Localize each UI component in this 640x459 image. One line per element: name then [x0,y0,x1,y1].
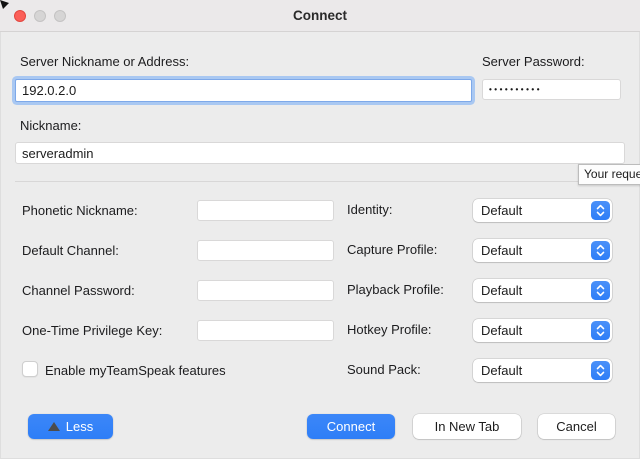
playback-profile-label: Playback Profile: [347,282,444,297]
less-button-label: Less [66,419,93,434]
hotkey-profile-select[interactable]: Default [473,319,612,342]
zoom-icon [54,10,66,22]
popup-stepper-icon [591,281,610,300]
privilege-key-input[interactable] [197,320,334,341]
close-icon[interactable] [14,10,26,22]
identity-value: Default [481,203,522,218]
title-bar: Connect [0,0,640,32]
collapse-arrow-icon [48,422,60,431]
sound-pack-label: Sound Pack: [347,362,421,377]
identity-label: Identity: [347,202,393,217]
popup-stepper-icon [591,321,610,340]
default-channel-label: Default Channel: [22,243,119,258]
sound-pack-select[interactable]: Default [473,359,612,382]
enable-myteamspeak-label: Enable myTeamSpeak features [45,363,226,378]
server-password-input[interactable] [482,79,621,100]
nickname-label: Nickname: [20,118,81,133]
identity-select[interactable]: Default [473,199,612,222]
popup-stepper-icon [591,241,610,260]
phonetic-nickname-label: Phonetic Nickname: [22,203,138,218]
connect-dialog: Connect Server Nickname or Address: Serv… [0,0,640,459]
mouse-cursor [0,0,12,12]
in-new-tab-button[interactable]: In New Tab [413,414,521,439]
tooltip: Your reque [578,164,640,185]
channel-password-input[interactable] [197,280,334,301]
in-new-tab-button-label: In New Tab [435,419,500,434]
default-channel-input[interactable] [197,240,334,261]
privilege-key-label: One-Time Privilege Key: [22,323,162,338]
capture-profile-label: Capture Profile: [347,242,437,257]
section-divider [15,181,625,182]
sound-pack-value: Default [481,363,522,378]
popup-stepper-icon [591,201,610,220]
phonetic-nickname-input[interactable] [197,200,334,221]
minimize-icon [34,10,46,22]
hotkey-profile-label: Hotkey Profile: [347,322,432,337]
less-button[interactable]: Less [28,414,113,439]
popup-stepper-icon [591,361,610,380]
cancel-button[interactable]: Cancel [538,414,615,439]
window-title: Connect [0,0,640,31]
cancel-button-label: Cancel [556,419,596,434]
capture-profile-value: Default [481,243,522,258]
channel-password-label: Channel Password: [22,283,135,298]
playback-profile-value: Default [481,283,522,298]
playback-profile-select[interactable]: Default [473,279,612,302]
connect-button-label: Connect [327,419,375,434]
connect-button[interactable]: Connect [307,414,395,439]
server-address-label: Server Nickname or Address: [20,54,189,69]
hotkey-profile-value: Default [481,323,522,338]
server-address-input[interactable] [15,79,472,102]
nickname-input[interactable] [15,142,625,164]
server-password-label: Server Password: [482,54,585,69]
enable-myteamspeak-checkbox[interactable] [22,361,38,377]
capture-profile-select[interactable]: Default [473,239,612,262]
